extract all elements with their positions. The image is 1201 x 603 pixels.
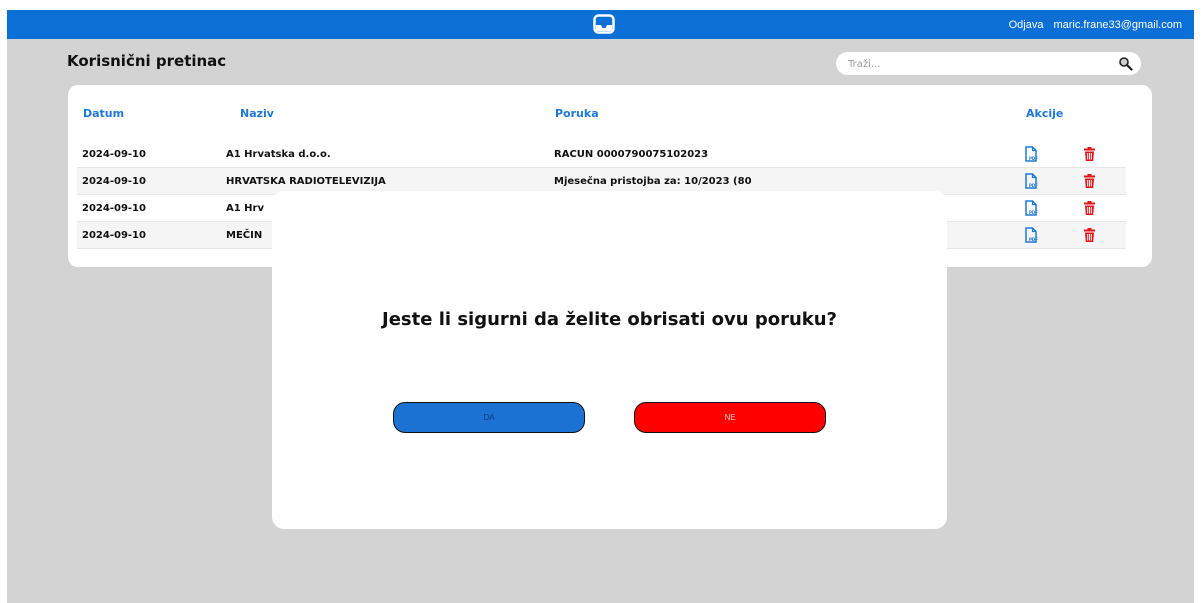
row-name: HRVATSKA RADIOTELEVIZIJA xyxy=(226,176,386,187)
row-date: 2024-09-10 xyxy=(82,149,146,160)
row-name: MEČIN xyxy=(226,230,263,241)
search-input[interactable] xyxy=(846,55,1110,74)
app-window: Odjava maric.frane33@gmail.com Korisničn… xyxy=(7,10,1194,603)
top-bar: Odjava maric.frane33@gmail.com xyxy=(7,10,1194,39)
table-row[interactable]: 2024-09-10 A1 Hrvatska d.o.o. RACUN 0000… xyxy=(77,141,1126,168)
svg-text:PDF: PDF xyxy=(1029,156,1038,161)
row-message: RACUN 0000790075102023 xyxy=(554,149,709,160)
confirm-yes-button[interactable]: DA xyxy=(393,402,585,433)
row-date: 2024-09-10 xyxy=(82,176,146,187)
pdf-file-icon[interactable]: PDF xyxy=(1024,173,1038,189)
column-date[interactable]: Datum xyxy=(83,107,124,120)
logout-link[interactable]: Odjava xyxy=(1009,19,1044,31)
inbox-tray-icon[interactable] xyxy=(593,14,615,34)
trash-icon[interactable] xyxy=(1083,147,1096,161)
row-message: Mjesečna pristojba za: 10/2023 (80 xyxy=(554,176,752,187)
row-date: 2024-09-10 xyxy=(82,203,146,214)
row-name: A1 Hrv xyxy=(226,203,264,214)
table-header: Datum Naziv Poruka Akcije xyxy=(68,107,1152,123)
column-name[interactable]: Naziv xyxy=(240,107,274,120)
column-message[interactable]: Poruka xyxy=(555,107,599,120)
row-date: 2024-09-10 xyxy=(82,230,146,241)
search-box xyxy=(836,52,1141,75)
trash-icon[interactable] xyxy=(1083,174,1096,188)
delete-confirm-dialog: Jeste li sigurni da želite obrisati ovu … xyxy=(272,191,947,529)
trash-icon[interactable] xyxy=(1083,228,1096,242)
top-links: Odjava maric.frane33@gmail.com xyxy=(1009,10,1182,39)
svg-text:PDF: PDF xyxy=(1029,210,1038,215)
page-title: Korisnični pretinac xyxy=(67,52,227,70)
svg-text:PDF: PDF xyxy=(1029,183,1038,188)
trash-icon[interactable] xyxy=(1083,201,1096,215)
pdf-file-icon[interactable]: PDF xyxy=(1024,200,1038,216)
search-icon[interactable] xyxy=(1118,56,1133,71)
svg-text:PDF: PDF xyxy=(1029,237,1038,242)
dialog-question: Jeste li sigurni da želite obrisati ovu … xyxy=(382,309,837,330)
row-name: A1 Hrvatska d.o.o. xyxy=(226,149,331,160)
confirm-no-button[interactable]: NE xyxy=(634,402,826,433)
user-email[interactable]: maric.frane33@gmail.com xyxy=(1053,19,1182,31)
pdf-file-icon[interactable]: PDF xyxy=(1024,227,1038,243)
pdf-file-icon[interactable]: PDF xyxy=(1024,146,1038,162)
column-actions: Akcije xyxy=(1026,107,1064,120)
